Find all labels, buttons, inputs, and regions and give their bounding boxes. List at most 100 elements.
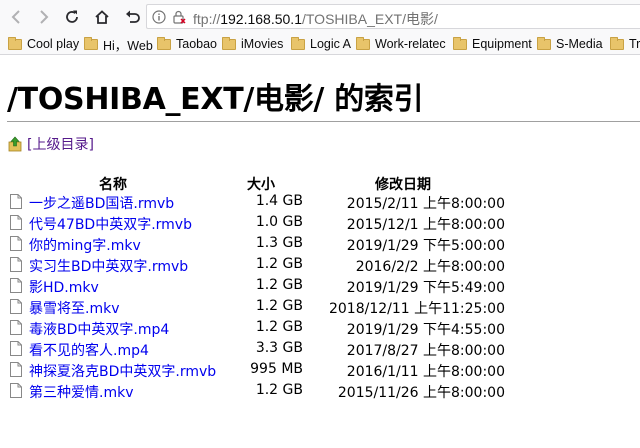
folder-icon bbox=[610, 36, 624, 50]
column-header-size: 大小 bbox=[247, 177, 275, 193]
file-row: 影HD.mkv 1.2 GB 2019/1/29 下午5:49:00 bbox=[0, 277, 640, 298]
file-size: 1.2 GB bbox=[255, 319, 303, 335]
column-header-modified: 修改日期 bbox=[375, 177, 431, 193]
folder-up-icon[interactable] bbox=[8, 136, 22, 152]
file-modified-date: 2015/2/11 上午8:00:00 bbox=[346, 196, 505, 212]
file-modified-date: 2016/2/2 上午8:00:00 bbox=[355, 259, 505, 275]
file-row: 毒液BD中英双字.mp4 1.2 GB 2019/1/29 下午4:55:00 bbox=[0, 319, 640, 340]
file-icon bbox=[10, 299, 22, 314]
bookmark-folder[interactable]: S-Media bbox=[537, 35, 603, 53]
bookmark-label: S-Media bbox=[556, 37, 603, 51]
file-icon bbox=[10, 278, 22, 293]
bookmark-label: Equipment bbox=[472, 37, 532, 51]
bookmark-label: iMovies bbox=[241, 37, 284, 51]
parent-directory: [上级目录] bbox=[8, 135, 94, 153]
file-row: 实习生BD中英双字.rmvb 1.2 GB 2016/2/2 上午8:00:00 bbox=[0, 256, 640, 277]
folder-icon bbox=[84, 36, 98, 50]
file-link[interactable]: 神探夏洛克BD中英双字.rmvb bbox=[29, 361, 216, 381]
file-row: 一步之遥BD国语.rmvb 1.4 GB 2015/2/11 上午8:00:00 bbox=[0, 193, 640, 214]
folder-icon bbox=[356, 36, 370, 50]
bookmark-folder[interactable]: Work-relatec bbox=[356, 35, 446, 53]
bookmark-folder[interactable]: Tri bbox=[610, 35, 640, 53]
folder-icon bbox=[222, 36, 236, 50]
file-size: 1.2 GB bbox=[255, 298, 303, 314]
undo-icon bbox=[126, 10, 140, 23]
file-size: 1.2 GB bbox=[255, 256, 303, 272]
file-icon bbox=[10, 236, 22, 251]
bookmark-folder[interactable]: Taobao bbox=[157, 35, 217, 53]
url-text[interactable]: ftp://192.168.50.1/TOSHIBA_EXT/电影/ bbox=[193, 9, 438, 29]
title-divider bbox=[7, 121, 640, 122]
file-modified-date: 2018/12/11 上午11:25:00 bbox=[328, 301, 505, 317]
bookmark-folder[interactable]: Equipment bbox=[453, 35, 532, 53]
file-modified-date: 2015/12/1 上午8:00:00 bbox=[346, 217, 505, 233]
file-row: 看不见的客人.mp4 3.3 GB 2017/8/27 上午8:00:00 bbox=[0, 340, 640, 361]
file-icon bbox=[10, 257, 22, 272]
file-link[interactable]: 影HD.mkv bbox=[29, 277, 99, 297]
bookmark-folder[interactable]: Hi，Web bbox=[84, 35, 153, 53]
bookmark-folder[interactable]: iMovies bbox=[222, 35, 283, 53]
home-icon bbox=[95, 10, 109, 24]
bookmark-label: Taobao bbox=[176, 37, 218, 51]
file-row: 你的ming字.mkv 1.3 GB 2019/1/29 下午5:00:00 bbox=[0, 235, 640, 256]
file-icon bbox=[10, 341, 22, 356]
file-size: 1.0 GB bbox=[255, 214, 303, 230]
back-button[interactable] bbox=[6, 6, 28, 28]
file-icon bbox=[10, 215, 22, 230]
parent-directory-link[interactable]: [上级目录] bbox=[27, 134, 94, 154]
file-link[interactable]: 毒液BD中英双字.mp4 bbox=[29, 319, 169, 339]
bookmark-label: Work-relatec bbox=[375, 37, 446, 51]
file-modified-date: 2016/1/11 上午8:00:00 bbox=[346, 364, 505, 380]
file-row: 神探夏洛克BD中英双字.rmvb 995 MB 2016/1/11 上午8:00:0… bbox=[0, 361, 640, 382]
address-bar[interactable]: ftp://192.168.50.1/TOSHIBA_EXT/电影/ bbox=[146, 4, 640, 29]
file-icon bbox=[10, 320, 22, 335]
file-modified-date: 2019/1/29 下午5:00:00 bbox=[346, 238, 505, 254]
reload-button[interactable] bbox=[61, 6, 83, 28]
bookmark-label: Tri bbox=[629, 37, 640, 51]
file-modified-date: 2017/8/27 上午8:00:00 bbox=[346, 343, 505, 359]
file-row: 第三种爱情.mkv 1.2 GB 2015/11/26 上午8:00:00 bbox=[0, 382, 640, 403]
file-modified-date: 2019/1/29 下午4:55:00 bbox=[346, 322, 505, 338]
bookmark-folder[interactable]: Logic A bbox=[291, 35, 351, 53]
page-title: /TOSHIBA_EXT/电影/ 的索引 bbox=[7, 82, 424, 117]
forward-button[interactable] bbox=[32, 6, 54, 28]
file-size: 1.2 GB bbox=[255, 382, 303, 398]
url-path: /TOSHIBA_EXT/电影/ bbox=[301, 11, 438, 27]
info-icon[interactable] bbox=[152, 10, 166, 24]
file-icon bbox=[10, 194, 22, 209]
bookmark-label: Hi，Web bbox=[103, 38, 153, 53]
file-link[interactable]: 你的ming字.mkv bbox=[29, 235, 141, 255]
arrow-right-icon bbox=[40, 10, 49, 24]
bookmark-label: Cool play bbox=[27, 37, 80, 51]
folder-icon bbox=[291, 36, 305, 50]
file-modified-date: 2019/1/29 下午5:49:00 bbox=[346, 280, 505, 296]
arrow-left-icon bbox=[11, 10, 20, 24]
folder-icon bbox=[537, 36, 551, 50]
file-size: 3.3 GB bbox=[255, 340, 303, 356]
folder-icon bbox=[8, 36, 22, 50]
browser-toolbar: ftp://192.168.50.1/TOSHIBA_EXT/电影/ bbox=[0, 0, 640, 33]
file-size: 1.4 GB bbox=[255, 193, 303, 209]
home-button[interactable] bbox=[91, 6, 113, 28]
file-link[interactable]: 一步之遥BD国语.rmvb bbox=[29, 193, 174, 213]
bookmarks-toolbar: Cool play Hi，Web Taobao iMovies Logic A … bbox=[0, 33, 640, 55]
file-size: 995 MB bbox=[250, 361, 303, 377]
file-link[interactable]: 看不见的客人.mp4 bbox=[29, 340, 149, 360]
file-size: 1.3 GB bbox=[255, 235, 303, 251]
file-link[interactable]: 实习生BD中英双字.rmvb bbox=[29, 256, 188, 276]
bookmark-folder[interactable]: Cool play bbox=[8, 35, 79, 53]
file-link[interactable]: 第三种爱情.mkv bbox=[29, 382, 133, 402]
file-icon bbox=[10, 383, 22, 398]
file-row: 代号47BD中英双字.rmvb 1.0 GB 2015/12/1 上午8:00:00 bbox=[0, 214, 640, 235]
file-size: 1.2 GB bbox=[255, 277, 303, 293]
folder-icon bbox=[157, 36, 171, 50]
file-link[interactable]: 暴雪将至.mkv bbox=[29, 298, 119, 318]
file-link[interactable]: 代号47BD中英双字.rmvb bbox=[29, 214, 192, 234]
bookmark-label: Logic A bbox=[310, 37, 352, 51]
undo-button[interactable] bbox=[121, 6, 143, 28]
file-icon bbox=[10, 362, 22, 377]
url-host: 192.168.50.1 bbox=[220, 11, 302, 27]
folder-icon bbox=[453, 36, 467, 50]
reload-icon bbox=[66, 10, 78, 23]
insecure-lock-icon[interactable] bbox=[172, 10, 186, 25]
